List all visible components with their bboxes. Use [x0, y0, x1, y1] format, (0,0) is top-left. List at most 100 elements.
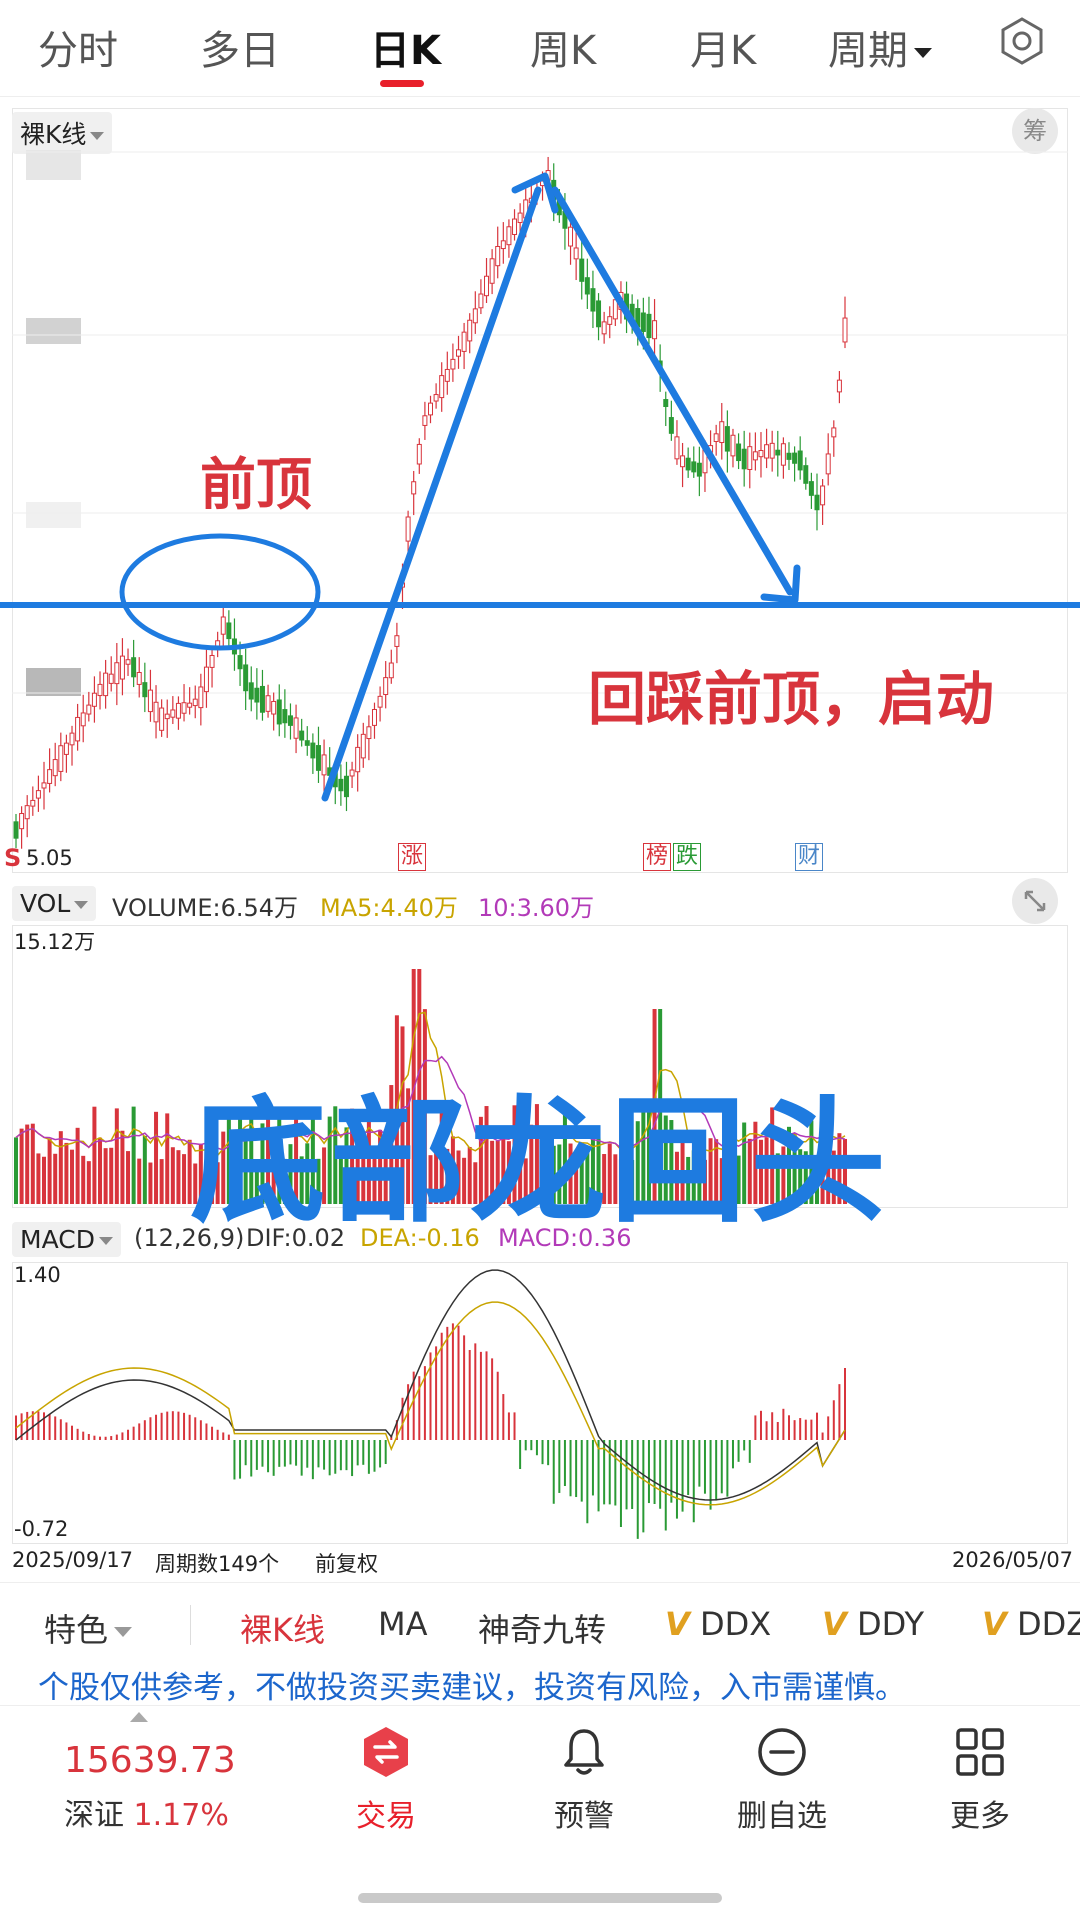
candle-body [343, 775, 349, 798]
candle-body [321, 754, 327, 776]
candle-body [226, 622, 232, 640]
trade-icon [364, 1727, 408, 1777]
divider [0, 1705, 1080, 1706]
annotation-down-arrow [551, 186, 794, 596]
chevron-down-icon [114, 1627, 133, 1637]
candle-body [366, 726, 372, 740]
feature-ma[interactable]: MA [378, 1605, 428, 1643]
candle-body [814, 494, 820, 511]
adjust-mode[interactable]: 前复权 [315, 1548, 378, 1578]
feature-naked-k[interactable]: 裸K线 [240, 1605, 325, 1651]
ranking-badge[interactable]: 榜 [643, 843, 672, 871]
macd-panel [12, 1262, 1068, 1544]
candle-body [713, 433, 719, 443]
candle-body [355, 746, 361, 773]
feature-ddx-label: DDX [699, 1605, 772, 1643]
candle-body [842, 317, 848, 343]
candle-body [601, 321, 607, 335]
candle-body [500, 240, 506, 250]
candle-body [444, 368, 450, 382]
candle-body [747, 446, 753, 471]
v-badge-icon: V [822, 1605, 847, 1643]
nav-alert[interactable]: 预警 [504, 1725, 664, 1835]
end-date: 2026/05/07 [952, 1548, 1074, 1572]
candle-body [450, 358, 456, 370]
divider [190, 1605, 191, 1645]
chevron-down-icon [74, 901, 89, 909]
annotation-pullback: 回踩前顶，启动 [588, 665, 995, 733]
annotation-up-arrow [321, 186, 542, 802]
nav-alert-label: 预警 [554, 1799, 614, 1834]
feature-ddx[interactable]: V DDX [665, 1605, 771, 1643]
volume-selector[interactable]: VOL [12, 886, 97, 921]
candle-body [209, 654, 215, 668]
candle-body [41, 782, 47, 789]
candle-body [259, 685, 265, 713]
annotation-prev-top: 前顶 [200, 453, 312, 518]
expand-icon[interactable] [1012, 878, 1058, 924]
candle-body [159, 707, 165, 731]
candle-body [299, 730, 305, 741]
volume-selector-label: VOL [20, 889, 71, 918]
candle-body [680, 455, 686, 468]
nav-trade[interactable]: 交易 [306, 1725, 466, 1835]
candle-body [114, 662, 120, 685]
candle-body [478, 293, 484, 309]
candle-body [668, 417, 674, 434]
index-value[interactable]: 15639.73 [64, 1740, 236, 1781]
candle-body [730, 434, 736, 457]
feature-ddy[interactable]: V DDY [822, 1605, 924, 1643]
candle-body [220, 616, 226, 635]
candle-body [119, 655, 125, 680]
candle-body [125, 659, 131, 665]
index-change: 1.17% [133, 1798, 229, 1833]
candle-body [215, 640, 221, 647]
candle-body [836, 379, 842, 393]
candle-body [489, 258, 495, 284]
nav-more[interactable]: 更多 [900, 1725, 1060, 1835]
candle-body [741, 448, 747, 470]
candle-body [775, 449, 781, 456]
candle-body [47, 769, 53, 784]
collapse-arrow-icon[interactable] [130, 1712, 148, 1722]
candle-body [153, 701, 159, 723]
limit-up-badge[interactable]: 涨 [398, 843, 427, 871]
candle-body [461, 331, 467, 352]
candle-body [91, 692, 97, 707]
candle-body [293, 717, 299, 739]
macd-selector[interactable]: MACD [12, 1222, 121, 1257]
candle-body [371, 708, 377, 726]
volume-ma10: 10:3.60万 [478, 894, 595, 922]
feature-magic-nine[interactable]: 神奇九转 [478, 1605, 606, 1651]
nav-more-label: 更多 [950, 1799, 1010, 1834]
nav-remove-label: 删自选 [737, 1799, 827, 1834]
candle-body [136, 672, 142, 685]
candle-body [573, 247, 579, 260]
feature-ddz[interactable]: V DDZ [982, 1605, 1080, 1643]
candle-body [803, 465, 809, 484]
feature-ddy-label: DDY [856, 1605, 925, 1643]
special-dropdown[interactable]: 特色 [44, 1605, 133, 1651]
candle-body [416, 443, 422, 465]
candle-body [147, 689, 153, 713]
low-price-label: 5.05 [26, 846, 73, 870]
financial-report-badge[interactable]: 财 [795, 843, 824, 871]
candle-body [736, 443, 742, 462]
index-name: 深证 [64, 1798, 124, 1833]
candle-body [203, 666, 209, 693]
grid-icon [956, 1728, 1004, 1776]
macd-max-label: 1.40 [14, 1263, 61, 1287]
candle-body [187, 702, 193, 708]
candle-body [175, 702, 181, 719]
index-summary[interactable]: 深证 1.17% [64, 1790, 229, 1834]
annotation-prev-top-circle [119, 533, 321, 651]
special-label: 特色 [44, 1611, 109, 1649]
limit-down-badge[interactable]: 跌 [673, 843, 702, 871]
candle-body [405, 516, 411, 542]
candle-body [439, 375, 445, 399]
candle-body [282, 709, 288, 724]
nav-remove-watchlist[interactable]: 删自选 [702, 1725, 862, 1835]
candle-body [685, 457, 691, 471]
home-indicator[interactable] [358, 1893, 722, 1903]
candle-body [691, 461, 697, 473]
